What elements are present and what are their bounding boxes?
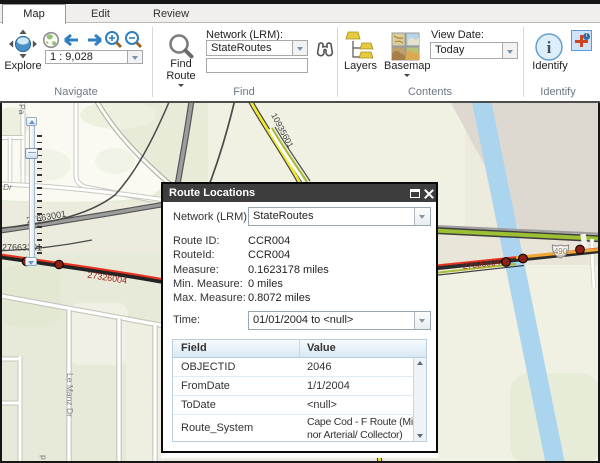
svg-text:i: i [547,38,552,57]
svg-text:Le Manz Dr: Le Manz Dr [65,373,75,417]
svg-text:490: 490 [554,247,568,256]
svg-text:Pa: Pa [17,104,27,115]
svg-text:p: p [39,455,49,460]
svg-text:27663101: 27663101 [2,243,42,253]
svg-text:Dr: Dr [3,182,13,192]
